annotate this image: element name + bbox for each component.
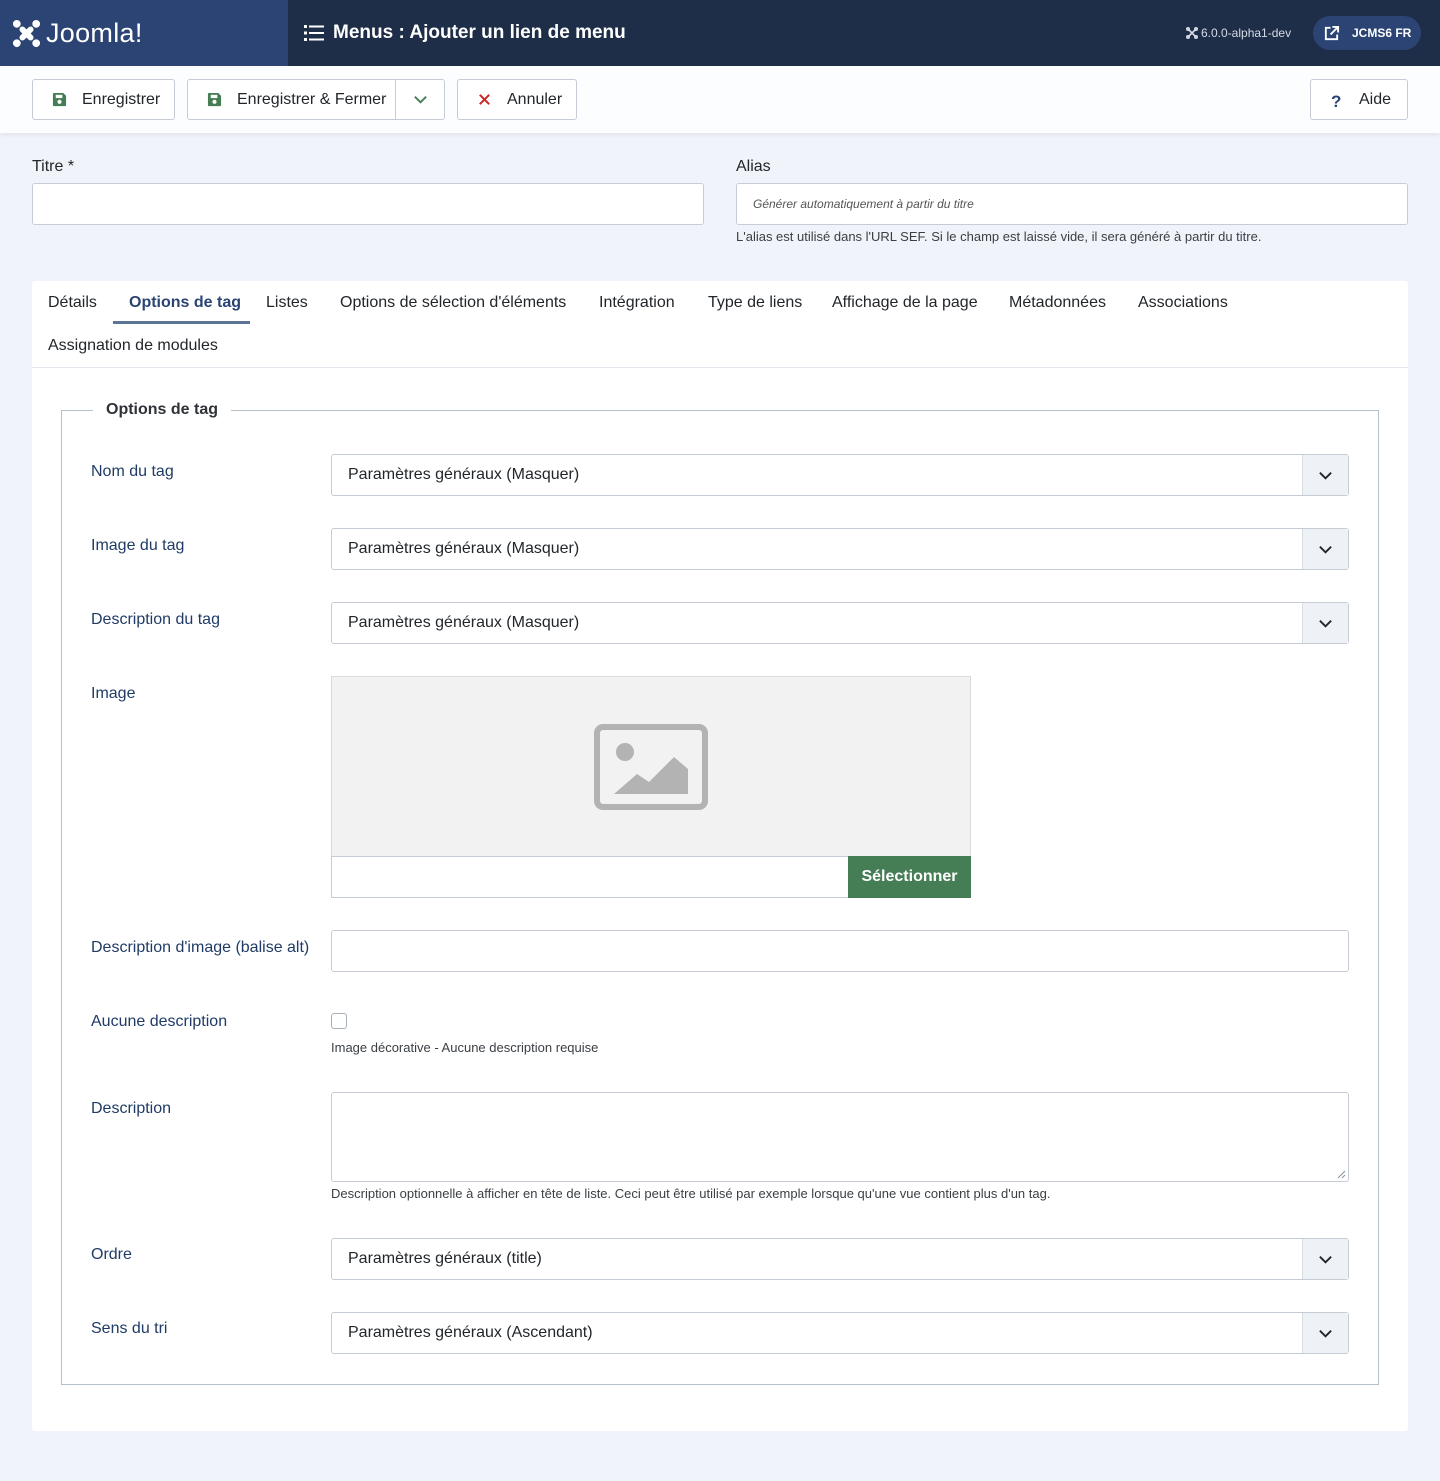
alias-input[interactable]: Générer automatiquement à partir du titr… [736, 183, 1408, 225]
tab-lists[interactable]: Listes [266, 294, 308, 312]
floppy-disk-icon [52, 92, 67, 107]
tabs-divider [32, 367, 1408, 368]
cancel-button-label: Annuler [507, 90, 563, 108]
joomla-small-icon [1186, 27, 1198, 39]
tag-name-value: Paramètres généraux (Masquer) [348, 466, 580, 483]
joomla-logo-icon [12, 19, 41, 47]
sort-direction-value: Paramètres généraux (Ascendant) [348, 1324, 593, 1341]
tag-image-value: Paramètres généraux (Masquer) [348, 540, 580, 557]
description-textarea[interactable] [331, 1092, 1349, 1182]
title-input[interactable] [32, 183, 704, 225]
chevron-down-icon [1319, 1329, 1332, 1338]
version-text: 6.0.0-alpha1-dev [1201, 26, 1292, 40]
close-icon [479, 94, 490, 105]
description-label: Description [91, 1100, 172, 1117]
order-select[interactable]: Paramètres généraux (title) [331, 1238, 1349, 1280]
list-icon [304, 25, 324, 41]
help-button-label: Aide [1359, 90, 1392, 108]
image-alt-input[interactable] [331, 930, 1349, 972]
order-value: Paramètres généraux (title) [348, 1250, 542, 1267]
external-link-icon [1324, 25, 1340, 40]
no-description-hint: Image décorative - Aucune description re… [331, 1040, 599, 1055]
tab-associations[interactable]: Associations [1138, 294, 1228, 312]
sort-direction-select[interactable]: Paramètres généraux (Ascendant) [331, 1312, 1349, 1354]
tag-image-select[interactable]: Paramètres généraux (Masquer) [331, 528, 1349, 570]
tab-item-selection-options[interactable]: Options de sélection d'éléments [340, 294, 566, 312]
chevron-down-icon [1319, 471, 1332, 480]
dropdown-toggle [1302, 603, 1348, 643]
save-button-label: Enregistrer [82, 90, 161, 108]
toolbar: Enregistrer Enregistrer & Fermer Annuler… [0, 66, 1440, 133]
select-image-button[interactable]: Sélectionner [848, 856, 971, 898]
alias-placeholder: Générer automatiquement à partir du titr… [753, 197, 974, 211]
order-label: Ordre [91, 1246, 132, 1263]
save-close-button-label: Enregistrer & Fermer [237, 90, 387, 108]
resize-grip-icon[interactable] [1337, 1170, 1346, 1179]
image-alt-label: Description d'image (balise alt) [91, 939, 310, 956]
tab-module-assignment[interactable]: Assignation de modules [48, 337, 218, 355]
tab-link-type[interactable]: Type de liens [708, 294, 802, 312]
chevron-down-icon [1319, 1255, 1332, 1264]
cancel-button[interactable]: Annuler [457, 79, 577, 120]
floppy-disk-icon [207, 92, 222, 107]
save-close-button[interactable]: Enregistrer & Fermer [187, 79, 445, 120]
active-tab-indicator [113, 321, 250, 324]
sort-direction-label: Sens du tri [91, 1320, 168, 1337]
view-site-button[interactable]: JCMS6 FR [1313, 16, 1421, 50]
image-path-input[interactable] [331, 856, 849, 898]
logo-text: Joomla! [46, 17, 143, 48]
page-title-area: Menus : Ajouter un lien de menu [304, 0, 626, 66]
alias-hint: L'alias est utilisé dans l'URL SEF. Si l… [736, 229, 1262, 244]
tab-tag-options[interactable]: Options de tag [129, 294, 241, 312]
dropdown-toggle [1302, 1239, 1348, 1279]
image-preview [331, 676, 971, 857]
site-button-label: JCMS6 FR [1352, 26, 1412, 40]
version-label: 6.0.0-alpha1-dev [1186, 26, 1291, 40]
tab-details[interactable]: Détails [48, 294, 97, 312]
tag-description-select[interactable]: Paramètres généraux (Masquer) [331, 602, 1349, 644]
page-title: Menus : Ajouter un lien de menu [333, 22, 626, 43]
help-button[interactable]: ? Aide [1310, 79, 1408, 120]
tag-name-select[interactable]: Paramètres généraux (Masquer) [331, 454, 1349, 496]
tag-name-label: Nom du tag [91, 463, 174, 480]
app-header: Joomla! Menus : Ajouter un lien de menu … [0, 0, 1440, 66]
tab-metadata[interactable]: Métadonnées [1009, 294, 1106, 312]
chevron-down-icon[interactable] [413, 92, 428, 107]
image-placeholder-icon [594, 724, 708, 810]
chevron-down-icon [1319, 619, 1332, 628]
save-button[interactable]: Enregistrer [32, 79, 175, 120]
tag-description-value: Paramètres généraux (Masquer) [348, 614, 580, 631]
fieldset-legend: Options de tag [93, 401, 231, 419]
no-description-label: Aucune description [91, 1013, 228, 1030]
question-icon: ? [1331, 92, 1342, 111]
split-divider [395, 80, 396, 119]
tab-page-display[interactable]: Affichage de la page [832, 294, 978, 312]
chevron-down-icon [1319, 545, 1332, 554]
dropdown-toggle [1302, 1313, 1348, 1353]
tag-image-label: Image du tag [91, 537, 185, 554]
dropdown-toggle [1302, 529, 1348, 569]
alias-label: Alias [736, 158, 771, 175]
image-label: Image [91, 685, 136, 702]
dropdown-toggle [1302, 455, 1348, 495]
brand-logo[interactable]: Joomla! [0, 0, 288, 66]
title-label: Titre * [32, 158, 75, 175]
tag-description-label: Description du tag [91, 611, 220, 628]
no-description-checkbox[interactable] [331, 1013, 347, 1029]
tab-integration[interactable]: Intégration [599, 294, 675, 312]
description-hint: Description optionnelle à afficher en tê… [331, 1186, 1051, 1201]
